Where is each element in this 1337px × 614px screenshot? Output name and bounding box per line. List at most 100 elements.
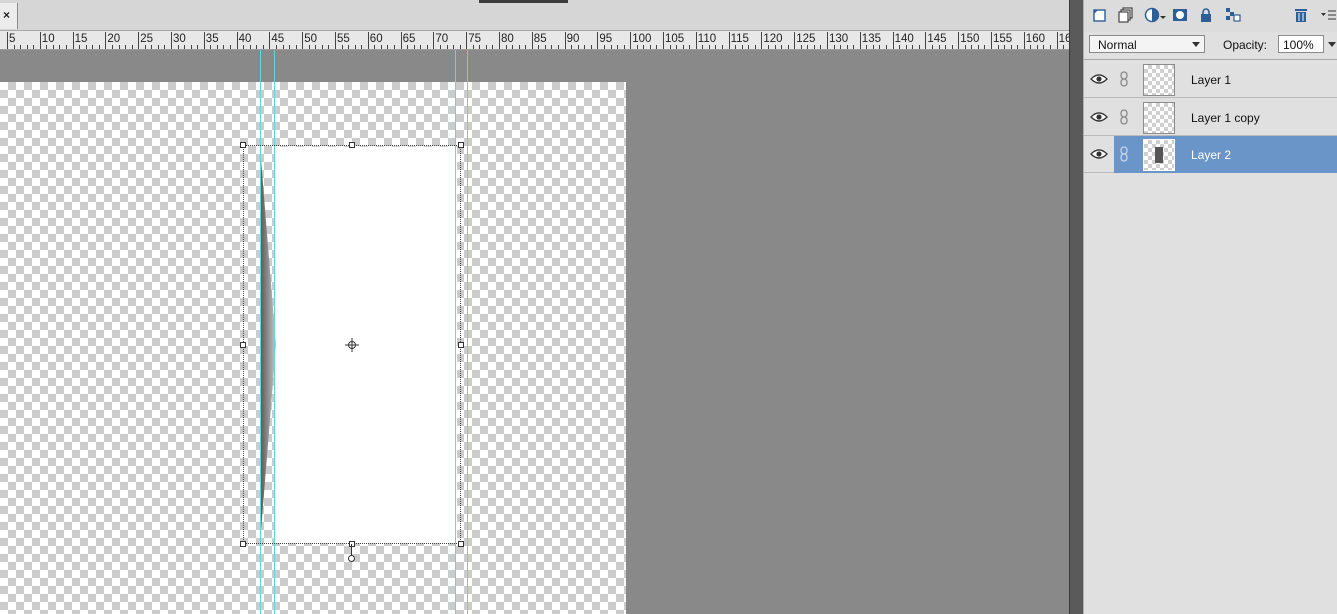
ruler-minor-tick [157, 45, 159, 49]
layer-mask-icon[interactable] [1172, 7, 1188, 23]
opacity-input[interactable]: 100% [1278, 35, 1324, 53]
visibility-eye-icon[interactable] [1090, 148, 1108, 160]
layer-row[interactable]: Layer 1 copy [1084, 99, 1337, 136]
ruler-tick [72, 32, 74, 49]
horizontal-ruler: 5 10 15 20 25 30 35 40 45 50 55 60 65 70 75 80 85 90 95 100… [0, 31, 1069, 50]
ruler-label: 160 [1025, 33, 1045, 45]
ruler-minor-tick [151, 45, 153, 49]
transform-handle-bottom-right[interactable] [458, 541, 464, 547]
ruler-minor-tick [85, 45, 87, 49]
ruler-minor-tick [52, 45, 54, 49]
ruler-minor-tick [840, 45, 842, 49]
visibility-eye-icon[interactable] [1090, 73, 1108, 85]
ruler-minor-tick [315, 45, 317, 49]
layer-row[interactable]: Layer 1 [1084, 61, 1337, 98]
layer-thumbnail-content [1155, 147, 1163, 163]
ruler-minor-tick [846, 45, 848, 49]
ruler-minor-tick [197, 45, 199, 49]
ruler-minor-tick [617, 45, 619, 49]
ruler-minor-tick [413, 45, 415, 49]
ruler-minor-tick [164, 45, 166, 49]
layer-thumbnail [1143, 64, 1175, 96]
ruler-minor-tick [623, 45, 625, 49]
ruler-minor-tick [1017, 45, 1019, 49]
ruler-tick [925, 32, 927, 49]
ruler-minor-tick [184, 45, 186, 49]
ruler-minor-tick [977, 45, 979, 49]
ruler-tick [335, 32, 336, 49]
transform-handle-top-left[interactable] [240, 142, 246, 148]
ruler-minor-tick [866, 45, 868, 49]
layers-panel: Normal Opacity: 100% Layer 1 Layer 1 cop… [1083, 0, 1337, 614]
transform-handle-middle-right[interactable] [458, 342, 464, 348]
ruler-minor-tick [472, 45, 474, 49]
transform-handle-top-center[interactable] [349, 142, 355, 148]
ruler-minor-tick [872, 45, 874, 49]
ruler-minor-tick [610, 45, 612, 49]
ruler-minor-tick [453, 45, 455, 49]
opacity-dropdown-icon[interactable] [1328, 42, 1336, 47]
lock-transparency-icon[interactable] [1225, 7, 1241, 23]
ruler-label: 90 [566, 33, 580, 45]
transform-handle-top-right[interactable] [458, 142, 464, 148]
document-tab[interactable]: × [0, 3, 18, 29]
new-layer-icon[interactable] [1092, 7, 1108, 23]
ruler-label: 85 [533, 33, 547, 45]
visibility-eye-icon[interactable] [1090, 111, 1108, 123]
ruler-label: 140 [894, 33, 914, 45]
guide-line[interactable] [467, 50, 468, 614]
canvas-area[interactable] [0, 50, 1069, 614]
new-group-icon[interactable] [1118, 7, 1134, 23]
ruler-minor-tick [787, 45, 789, 49]
blend-mode-select[interactable]: Normal [1089, 35, 1205, 53]
ruler-minor-tick [289, 45, 291, 49]
reference-point-icon[interactable] [345, 338, 359, 352]
ruler-tick [630, 32, 632, 49]
active-tab-indicator [479, 0, 568, 3]
blend-mode-value: Normal [1098, 38, 1137, 52]
transform-handle-bottom-center[interactable] [349, 541, 355, 547]
ruler-label: 100 [632, 33, 652, 45]
ruler-minor-tick [525, 45, 527, 49]
ruler-minor-tick [584, 45, 586, 49]
layer-link-icon[interactable] [1119, 109, 1129, 125]
ruler-minor-tick [459, 45, 461, 49]
ruler-minor-tick [767, 45, 769, 49]
ruler-tick [203, 32, 205, 49]
layer-thumbnail [1143, 139, 1175, 171]
ruler-tick [1056, 32, 1058, 49]
ruler-tick [794, 32, 796, 49]
ruler-minor-tick [807, 45, 809, 49]
ruler-minor-tick [210, 45, 212, 49]
transform-handle-bottom-left[interactable] [240, 541, 246, 547]
ruler-minor-tick [590, 45, 592, 49]
ruler-tick [1023, 32, 1025, 49]
lock-icon[interactable] [1198, 7, 1214, 23]
ruler-minor-tick [446, 45, 448, 49]
ruler-tick [564, 32, 566, 49]
layer-row[interactable]: Layer 2 [1084, 136, 1337, 173]
ruler-minor-tick [275, 45, 277, 49]
ruler-tick [105, 32, 107, 49]
ruler-tick [171, 32, 172, 49]
vertical-scrollbar[interactable] [1069, 0, 1083, 614]
ruler-minor-tick [177, 45, 179, 49]
panel-menu-icon[interactable] [1320, 7, 1336, 23]
ruler-minor-tick [820, 45, 822, 49]
layer-link-icon[interactable] [1119, 71, 1129, 87]
ruler-minor-tick [754, 45, 756, 49]
close-tab-icon[interactable]: × [3, 8, 10, 22]
layer-name: Layer 1 copy [1191, 111, 1260, 125]
layer-name: Layer 1 [1191, 73, 1232, 87]
adjustment-layer-icon[interactable] [1144, 7, 1166, 23]
ruler-minor-tick [321, 45, 323, 49]
trash-icon[interactable] [1293, 7, 1309, 23]
ruler-minor-tick [387, 45, 389, 49]
layer-link-icon[interactable] [1119, 146, 1129, 162]
ruler-minor-tick [13, 45, 15, 49]
rotate-handle[interactable] [348, 555, 355, 562]
transform-handle-middle-left[interactable] [240, 342, 246, 348]
ruler-minor-tick [374, 45, 376, 49]
document-tab-bar: × [0, 0, 1069, 31]
opacity-label: Opacity: [1223, 38, 1268, 52]
